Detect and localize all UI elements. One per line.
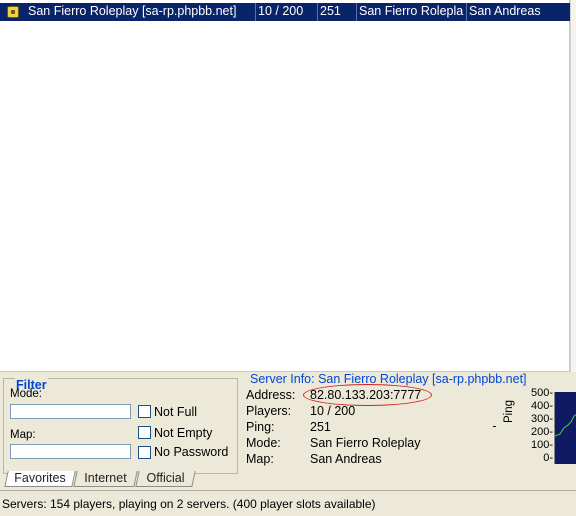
tab-internet[interactable]: Internet [73,471,138,487]
lock-icon [7,6,19,18]
status-text: Servers: 154 players, playing on 2 serve… [2,497,376,511]
server-map-cell: San Andreas [469,4,541,18]
address-label: Address: [246,388,296,402]
map-filter-label: Map: [10,429,36,441]
server-row[interactable]: San Fierro Roleplay [sa-rp.phpbb.net] 10… [0,3,570,21]
server-mode-cell: San Fierro Rolepla [357,3,467,21]
server-list-scrollbar[interactable] [570,0,576,372]
map-filter-input[interactable] [10,444,131,459]
ping-value: 251 [310,420,331,434]
mode-filter-input[interactable] [10,404,131,419]
ping-marker [493,426,496,427]
ping-tick: 500- [530,387,553,399]
ping-tick: 0- [543,452,553,464]
map-label: Map: [246,452,274,466]
mode-label: Mode: [246,436,281,450]
tab-favorites[interactable]: Favorites [4,471,76,487]
no-password-checkbox[interactable] [138,446,151,459]
ping-tick: 100- [530,439,553,451]
ping-graph [554,392,576,464]
map-value: San Andreas [310,452,382,466]
players-value: 10 / 200 [310,404,356,418]
ping-line [554,414,576,437]
ping-axis-label: Ping [503,399,515,423]
mode-filter-label: Mode: [10,388,42,400]
address-highlight-circle [303,384,432,406]
bottom-panel: Filter Mode: Map: Not Full Not Empty No … [0,372,576,516]
ping-tick: 200- [530,426,553,438]
tab-favorites-label: Favorites [14,471,66,485]
not-full-label: Not Full [154,405,198,419]
mode-value: San Fierro Roleplay [310,436,421,450]
server-players-cell: 10 / 200 [256,3,318,21]
tab-official[interactable]: Official [135,471,196,487]
server-list[interactable]: San Fierro Roleplay [sa-rp.phpbb.net] 10… [0,0,570,372]
ping-tick: 400- [530,400,553,412]
server-ping-cell: 251 [318,3,357,21]
server-hostname-cell: San Fierro Roleplay [sa-rp.phpbb.net] [26,3,256,21]
players-label: Players: [246,404,292,418]
no-password-label: No Password [154,445,229,459]
not-empty-label: Not Empty [154,426,213,440]
not-full-checkbox[interactable] [138,405,151,418]
tab-internet-label: Internet [84,471,127,485]
ping-tick: 300- [530,413,553,425]
not-empty-checkbox[interactable] [138,426,151,439]
ping-label: Ping: [246,420,275,434]
tab-official-label: Official [146,471,185,485]
status-bar: Servers: 154 players, playing on 2 serve… [0,490,576,516]
